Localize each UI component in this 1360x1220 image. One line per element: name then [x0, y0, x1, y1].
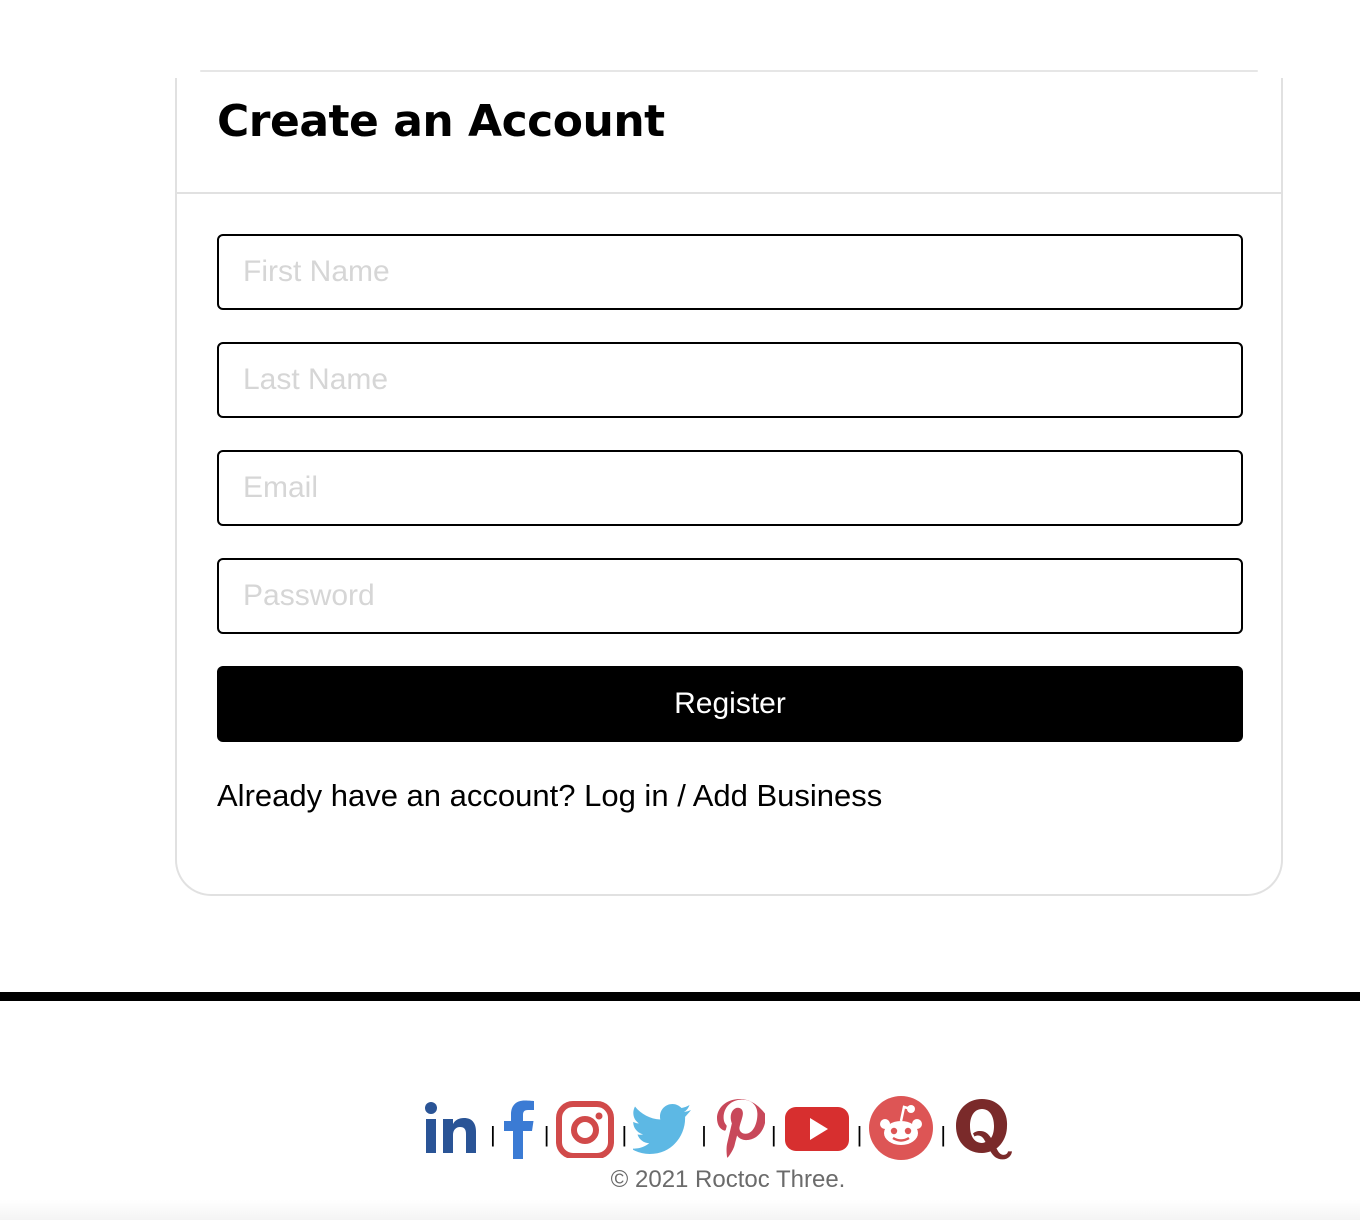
register-card: Create an Account Register Already have … [175, 78, 1283, 896]
footer-separator: | [490, 1122, 496, 1147]
login-link[interactable]: Log in [584, 778, 668, 813]
footer-separator: | [621, 1122, 628, 1147]
facebook-icon[interactable] [502, 1095, 538, 1161]
quora-icon[interactable] [952, 1095, 1016, 1161]
login-prompt-text: Already have an account? [217, 778, 576, 813]
instagram-icon[interactable] [555, 1098, 615, 1158]
footer-divider [0, 992, 1360, 1001]
footer-separator: | [770, 1122, 777, 1147]
youtube-icon[interactable] [783, 1103, 851, 1153]
add-business-link[interactable]: Add Business [693, 778, 883, 813]
link-separator: / [677, 778, 686, 813]
last-name-input[interactable] [217, 342, 1243, 418]
bottom-shade [0, 1200, 1360, 1220]
card-top-edge [200, 70, 1258, 72]
linkedin-icon[interactable] [420, 1095, 484, 1161]
register-button[interactable]: Register [217, 666, 1243, 742]
page: Create an Account Register Already have … [0, 0, 1360, 1220]
card-header: Create an Account [177, 78, 1281, 194]
email-input[interactable] [217, 450, 1243, 526]
footer-separator: | [940, 1122, 947, 1147]
twitter-icon[interactable] [633, 1100, 695, 1156]
footer-separator: | [701, 1122, 707, 1147]
copyright-text: © 2021 Roctoc Three. [610, 1166, 846, 1193]
social-links: | | | | | | | [420, 1092, 1016, 1164]
pinterest-icon[interactable] [713, 1096, 765, 1160]
first-name-input[interactable] [217, 234, 1243, 310]
footer-separator: | [856, 1122, 863, 1147]
login-prompt-line: Already have an account? Log in / Add Bu… [217, 778, 882, 814]
password-input[interactable] [217, 558, 1243, 634]
footer-separator: | [543, 1122, 550, 1147]
reddit-icon[interactable] [868, 1095, 934, 1161]
page-title: Create an Account [217, 96, 665, 147]
